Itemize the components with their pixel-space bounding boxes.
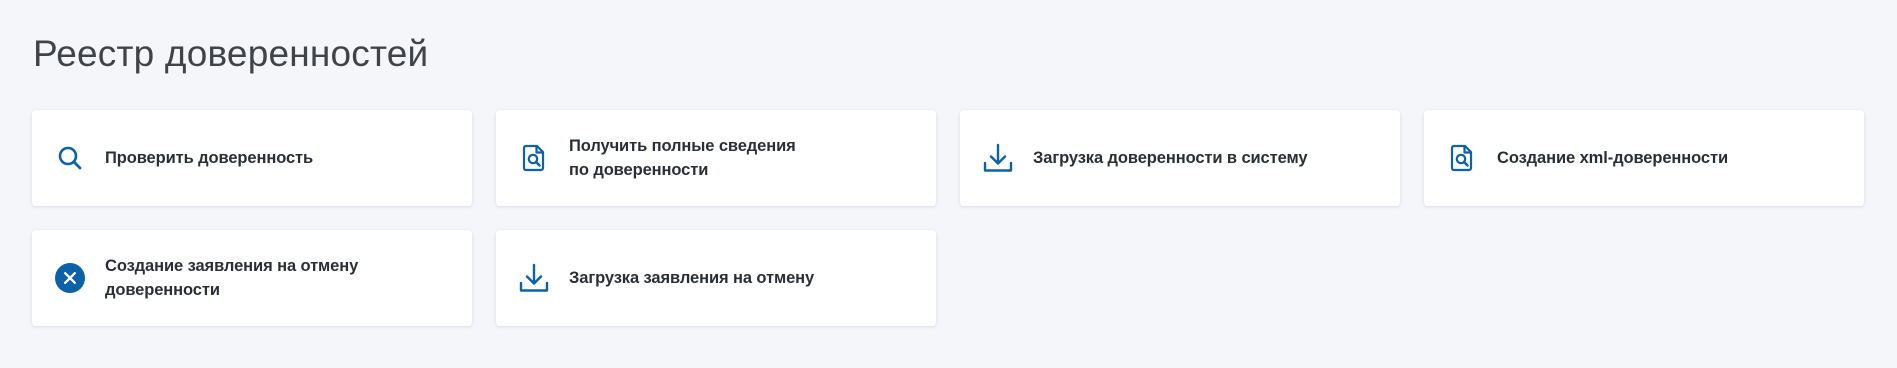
download-icon (982, 142, 1014, 174)
card-label: Получить полные сведения по доверенности (569, 137, 796, 179)
create-xml-power-of-attorney-card[interactable]: Создание xml-доверенности (1424, 110, 1864, 206)
card-label: Загрузка заявления на отмену (569, 269, 815, 287)
card-label: Загрузка доверенности в систему (1033, 149, 1308, 167)
card-label: Создание xml-доверенности (1497, 149, 1729, 167)
document-search-icon (1446, 142, 1478, 174)
check-power-of-attorney-card[interactable]: Проверить доверенность (32, 110, 472, 206)
download-icon (518, 262, 550, 294)
action-cards-grid: Проверить доверенность Получить полные с… (32, 110, 1864, 326)
create-cancellation-request-card[interactable]: Создание заявления на отмену доверенност… (32, 230, 472, 326)
cancel-circle-icon (54, 262, 86, 294)
document-search-icon (518, 142, 550, 174)
upload-cancellation-request-card[interactable]: Загрузка заявления на отмену (496, 230, 936, 326)
page-title: Реестр доверенностей (33, 33, 429, 74)
get-full-info-card[interactable]: Получить полные сведения по доверенности (496, 110, 936, 206)
card-label: Проверить доверенность (105, 149, 314, 167)
search-icon (54, 142, 86, 174)
card-label: Создание заявления на отмену доверенност… (105, 257, 359, 299)
upload-power-of-attorney-card[interactable]: Загрузка доверенности в систему (960, 110, 1400, 206)
